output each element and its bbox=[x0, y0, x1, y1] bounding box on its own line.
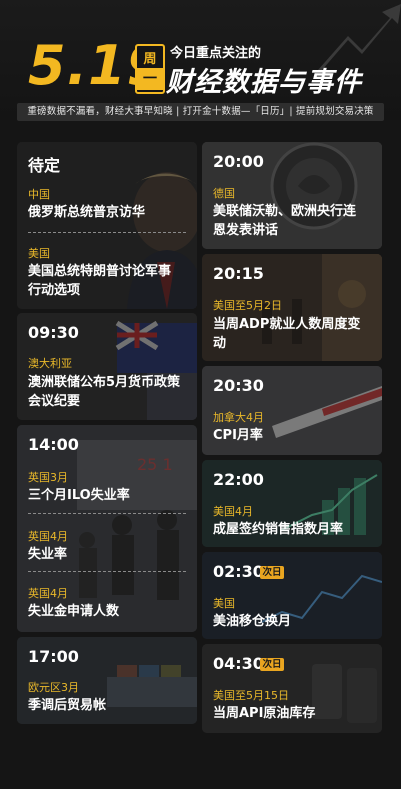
subtitle: 今日重点关注的 bbox=[170, 46, 262, 61]
event-label: 成屋签约销售指数月率 bbox=[213, 522, 344, 537]
region-label: 英国3月 bbox=[28, 471, 68, 484]
time-label: 20:15 bbox=[213, 264, 264, 283]
time-label: 02:30 bbox=[213, 562, 264, 581]
header: 5.19 周 一 今日重点关注的 财经数据与事件 重磅数据不漏看，财经大事早知晓… bbox=[0, 0, 401, 121]
next-day-badge: 次日 bbox=[260, 658, 284, 671]
event-label: 动 bbox=[213, 336, 227, 351]
card-1400[interactable]: 25 1 14:00 英国3月 三个月ILO失业率 英国4月 失业率 英国4月 … bbox=[17, 425, 197, 632]
event-label: 季调后贸易帐 bbox=[28, 698, 107, 713]
weekday-bottom: 一 bbox=[137, 68, 163, 90]
region-label: 加拿大4月 bbox=[213, 411, 264, 424]
region-label: 中国 bbox=[28, 188, 50, 201]
event-label: CPI月率 bbox=[213, 428, 263, 443]
event-label: 美联储沃勒、欧洲央行连 bbox=[213, 204, 357, 219]
time-label: 17:00 bbox=[28, 647, 79, 666]
region-label: 德国 bbox=[213, 187, 235, 200]
event-label: 当周API原油库存 bbox=[213, 706, 316, 721]
region-label: 美国至5月2日 bbox=[213, 299, 282, 312]
page-title: 财经数据与事件 bbox=[166, 67, 362, 98]
weekday-top: 周 bbox=[143, 52, 157, 67]
card-0230[interactable]: 02:30 次日 美国 美油移仓换月 bbox=[202, 552, 382, 639]
event-label: 澳洲联储公布5月货币政策 bbox=[28, 375, 181, 390]
event-label: 失业金申请人数 bbox=[28, 604, 120, 619]
card-2000[interactable]: 20:00 德国 美联储沃勒、欧洲央行连 恩发表讲话 bbox=[202, 142, 382, 249]
time-label: 20:00 bbox=[213, 152, 264, 171]
tagline: 重磅数据不漏看，财经大事早知晓 | 打开金十数据—「日历」| 提前规划交易决策 bbox=[17, 103, 384, 121]
event-label: 会议纪要 bbox=[28, 394, 81, 409]
time-label: 14:00 bbox=[28, 435, 79, 454]
divider bbox=[28, 232, 186, 233]
region-label: 英国4月 bbox=[28, 530, 68, 543]
event-label: 当周ADP就业人数周度变 bbox=[213, 317, 361, 332]
region-label: 美国 bbox=[213, 597, 235, 610]
time-label: 09:30 bbox=[28, 323, 79, 342]
region-label: 澳大利亚 bbox=[28, 357, 72, 370]
card-2015[interactable]: 20:15 美国至5月2日 当周ADP就业人数周度变 动 bbox=[202, 254, 382, 361]
card-2030[interactable]: 20:30 加拿大4月 CPI月率 bbox=[202, 366, 382, 455]
event-label: 三个月ILO失业率 bbox=[28, 488, 130, 503]
card-1700[interactable]: 17:00 欧元区3月 季调后贸易帐 bbox=[17, 637, 197, 724]
card-tbd[interactable]: 待定 中国 俄罗斯总统普京访华 美国 美国总统特朗普讨论军事 行动选项 bbox=[17, 142, 197, 309]
event-label: 行动选项 bbox=[28, 283, 81, 298]
divider bbox=[28, 571, 186, 572]
time-label: 22:00 bbox=[213, 470, 264, 489]
divider bbox=[28, 513, 186, 514]
card-2200[interactable]: 22:00 美国4月 成屋签约销售指数月率 bbox=[202, 460, 382, 547]
event-label: 恩发表讲话 bbox=[213, 223, 279, 238]
card-0430[interactable]: 04:30 次日 美国至5月15日 当周API原油库存 bbox=[202, 644, 382, 733]
region-label: 英国4月 bbox=[28, 587, 68, 600]
event-label: 俄罗斯总统普京访华 bbox=[28, 205, 146, 220]
weekday-badge: 周 一 bbox=[135, 44, 165, 94]
time-label: 待定 bbox=[28, 156, 61, 175]
region-label: 美国4月 bbox=[213, 505, 253, 518]
time-label: 20:30 bbox=[213, 376, 264, 395]
region-label: 美国 bbox=[28, 247, 50, 260]
event-label: 美国总统特朗普讨论军事 bbox=[28, 264, 172, 279]
region-label: 美国至5月15日 bbox=[213, 689, 289, 702]
event-label: 美油移仓换月 bbox=[213, 614, 292, 629]
card-0930[interactable]: 09:30 澳大利亚 澳洲联储公布5月货币政策 会议纪要 bbox=[17, 313, 197, 420]
next-day-badge: 次日 bbox=[260, 566, 284, 579]
event-label: 失业率 bbox=[28, 547, 68, 562]
time-label: 04:30 bbox=[213, 654, 264, 673]
region-label: 欧元区3月 bbox=[28, 681, 79, 694]
